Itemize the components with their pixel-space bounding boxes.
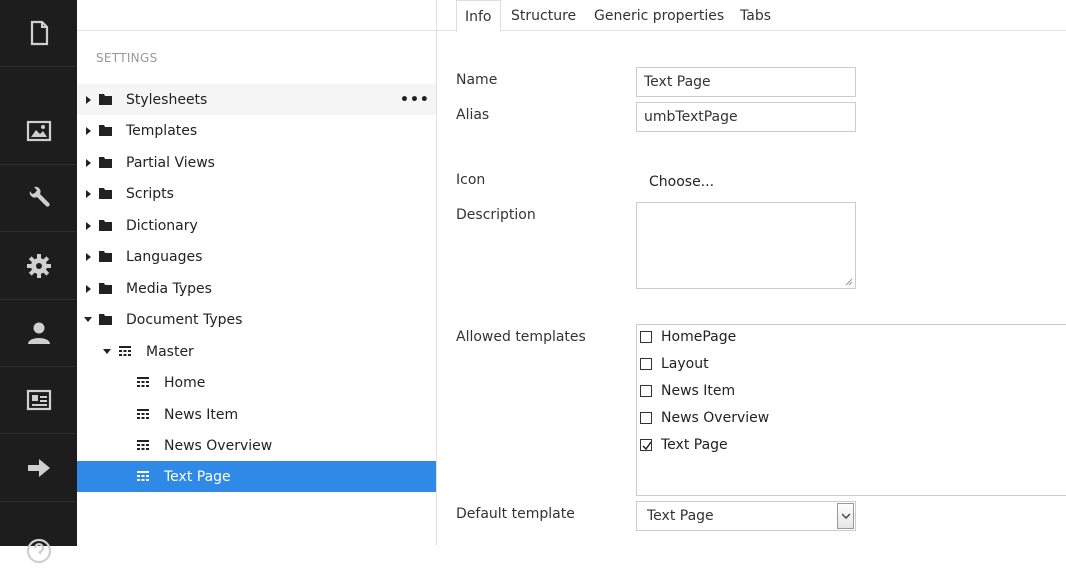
folder-icon [99,314,112,325]
allowed-templates-label: Allowed templates [456,329,586,345]
arrow-right-icon [27,459,50,477]
tree-item-label: News Item [164,406,239,423]
developer-section-button[interactable] [0,165,77,232]
tree-item-text-page[interactable]: Text Page [77,461,436,492]
tree-item-master[interactable]: Master [77,336,436,367]
name-input[interactable] [636,67,856,97]
template-checkbox[interactable] [640,412,652,424]
caret-down-icon[interactable] [103,348,111,356]
image-icon [26,120,51,142]
description-label: Description [456,207,536,223]
caret-right-icon[interactable] [85,95,93,104]
more-actions-icon[interactable]: ••• [400,92,430,108]
template-option-label: HomePage [661,329,737,345]
folder-icon [99,283,112,294]
tree-item-label: Templates [126,122,198,139]
id-card-icon [26,389,51,411]
folder-icon [99,125,112,136]
document-type-icon [137,471,149,481]
tree-item-label: Document Types [126,311,243,328]
tab-tabs[interactable]: Tabs [732,0,779,31]
template-checkbox[interactable] [640,385,652,397]
tree-item-partial-views[interactable]: Partial Views [77,147,436,178]
tree-item-label: Scripts [126,185,174,202]
users-section-button[interactable] [0,300,77,367]
alias-input[interactable] [636,102,856,132]
template-checkbox[interactable] [640,439,652,451]
tab-structure[interactable]: Structure [503,0,584,31]
folder-icon [99,157,112,168]
default-template-value: Text Page [647,508,714,524]
tree-item-document-types[interactable]: Document Types [77,304,436,335]
tree-item-media-types[interactable]: Media Types [77,273,436,304]
template-checkbox[interactable] [640,331,652,343]
tree-item-scripts[interactable]: Scripts [77,178,436,209]
caret-right-icon[interactable] [85,284,93,293]
caret-right-icon[interactable] [85,221,93,230]
tree-item-templates[interactable]: Templates [77,115,436,146]
tree-item-dictionary[interactable]: Dictionary [77,210,436,241]
tree-item-label: News Overview [164,437,273,454]
media-section-button[interactable] [0,98,77,165]
caret-right-icon[interactable] [85,126,93,135]
chevron-down-icon[interactable] [837,503,854,529]
forms-section-button[interactable] [0,435,77,502]
tree-item-news-item[interactable]: News Item [77,399,436,430]
tree-item-news-overview[interactable]: News Overview [77,430,436,461]
folder-icon [99,94,112,105]
template-option-label: News Overview [661,410,770,426]
settings-tree-panel: SETTINGS Stylesheets ••• Templates Parti… [77,0,437,546]
members-section-button[interactable] [0,367,77,434]
tree-item-languages[interactable]: Languages [77,241,436,272]
tree-item-label: Master [146,343,194,360]
folder-icon [99,251,112,262]
caret-right-icon[interactable] [85,158,93,167]
default-template-label: Default template [456,506,575,522]
caret-down-icon[interactable] [84,316,92,324]
settings-section-button[interactable] [0,233,77,300]
help-button[interactable] [0,502,77,569]
template-option-label: News Item [661,383,736,399]
content-section-button[interactable] [0,0,77,67]
folder-icon [99,188,112,199]
wrench-icon [29,186,50,207]
tree-section-title: SETTINGS [96,51,158,65]
tree-item-label: Dictionary [126,217,198,234]
icon-label: Icon [456,172,486,188]
editor-tabs: Info Structure Generic properties Tabs [437,0,1066,32]
caret-right-icon[interactable] [85,252,93,261]
resize-grip-icon[interactable] [845,278,853,286]
alias-label: Alias [456,107,490,123]
tree-item-label: Stylesheets [126,91,208,108]
name-label: Name [456,72,498,88]
template-option-label: Layout [661,356,709,372]
tree-item-home[interactable]: Home [77,367,436,398]
help-icon [26,538,51,563]
tab-generic-properties[interactable]: Generic properties [586,0,732,31]
template-checkbox[interactable] [640,358,652,370]
tree-item-label: Languages [126,248,203,265]
document-type-icon [119,346,131,356]
description-textarea[interactable] [636,202,856,289]
default-template-select[interactable]: Text Page [636,501,856,531]
tree-item-stylesheets[interactable]: Stylesheets ••• [77,84,436,115]
folder-icon [99,220,112,231]
tree-item-label: Home [164,374,206,391]
checkmark-icon [642,441,652,451]
document-type-icon [137,440,149,450]
caret-right-icon[interactable] [85,189,93,198]
document-type-icon [137,377,149,387]
user-icon [27,322,50,344]
tree-item-label: Partial Views [126,154,215,171]
document-icon [30,20,48,46]
document-type-icon [137,409,149,419]
template-option-label: Text Page [661,437,728,453]
tree-item-label: Media Types [126,280,212,297]
app-sections-rail [0,0,77,563]
gear-icon [26,254,51,278]
tab-info[interactable]: Info [456,0,501,32]
choose-icon-link[interactable]: Choose... [649,174,714,190]
tree-search-header [77,0,436,31]
tree-item-label: Text Page [164,468,231,485]
